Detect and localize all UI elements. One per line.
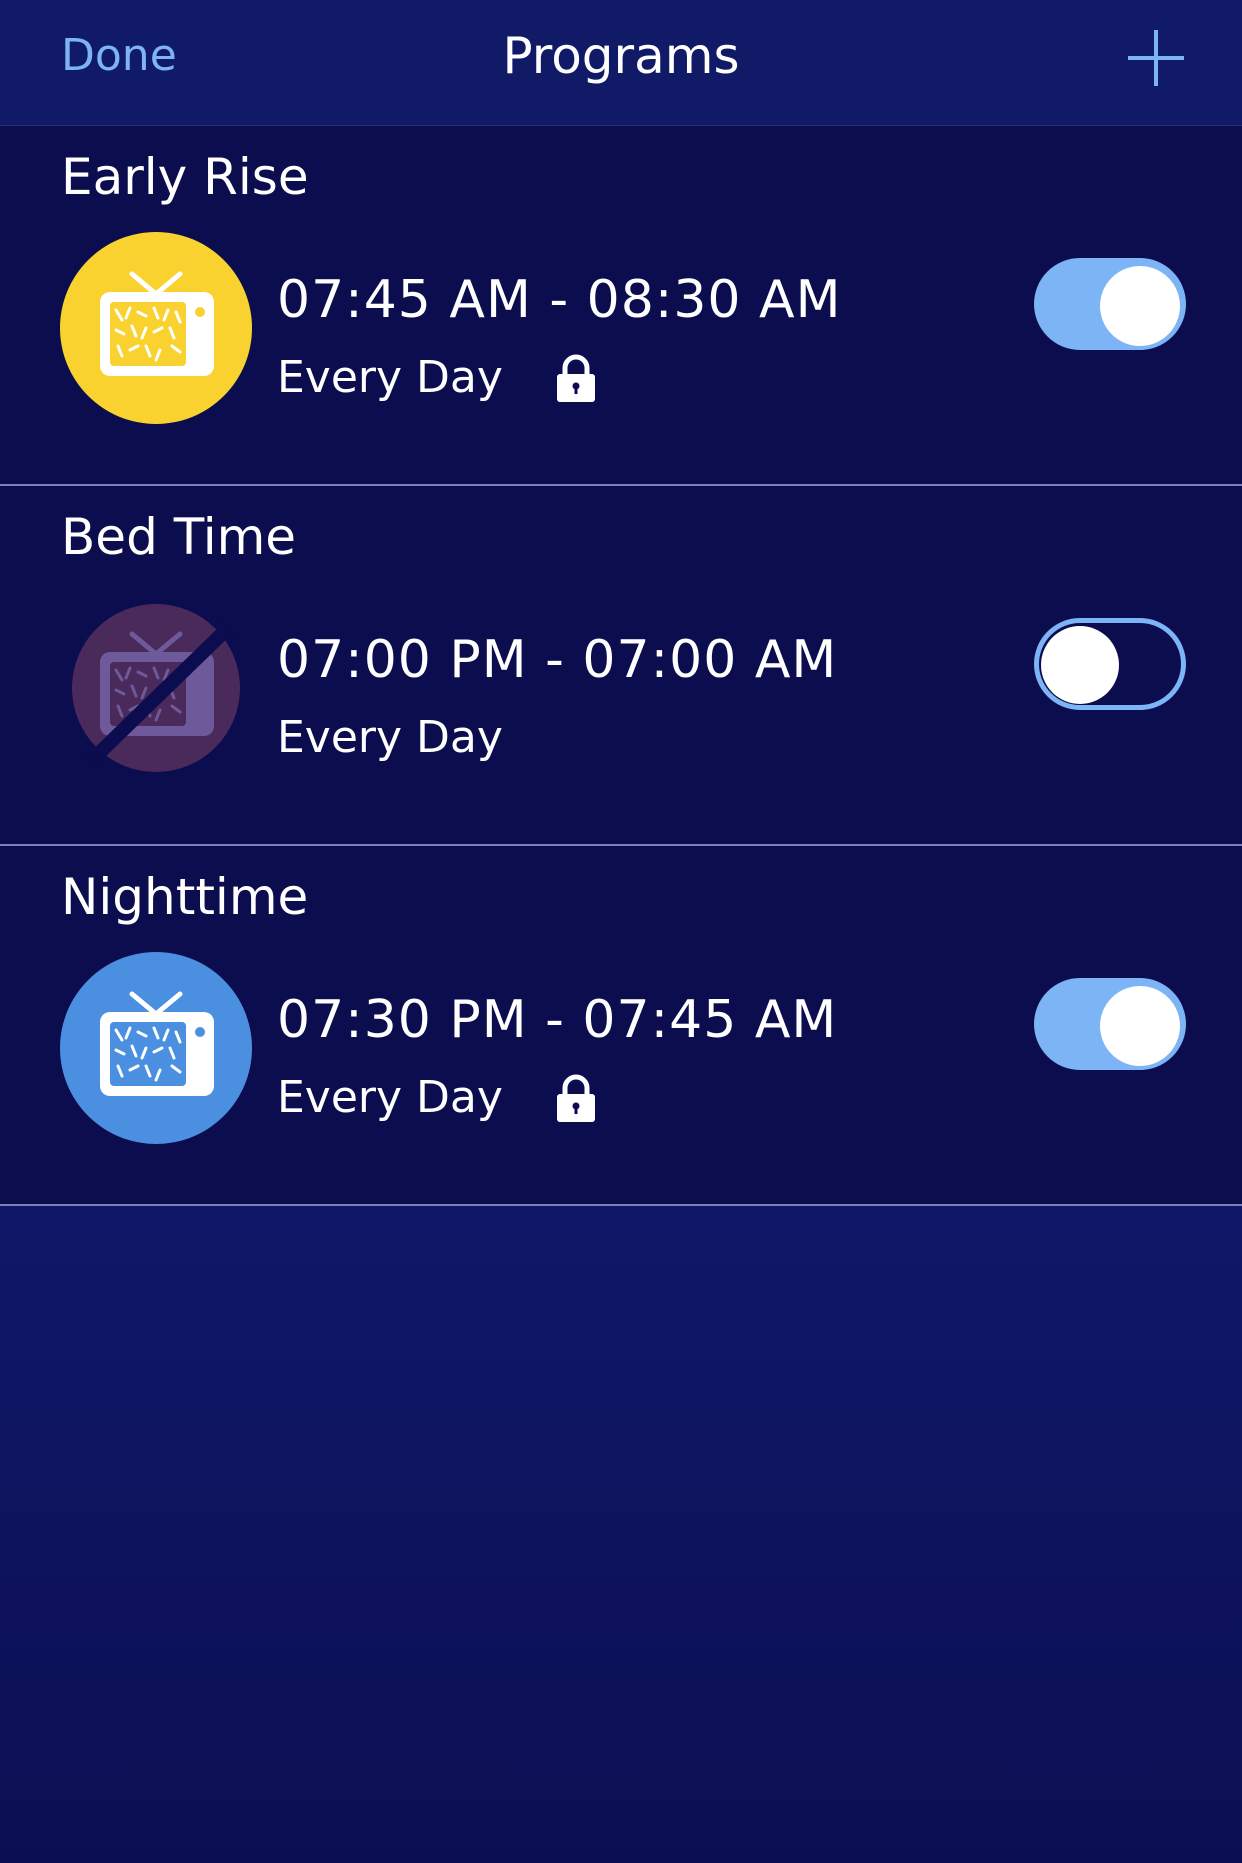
page-title: Programs (502, 27, 740, 85)
tv-icon[interactable] (60, 952, 252, 1144)
tv-icon[interactable] (60, 232, 252, 424)
navigation-bar: Done Programs (0, 0, 1242, 126)
toggle-knob (1100, 266, 1180, 346)
program-list: Early Rise 07:45 AM - 08:30 AM Every Day… (0, 126, 1242, 1206)
program-toggle[interactable] (1034, 978, 1186, 1070)
program-row-bed-time[interactable]: Bed Time 07:00 PM - 07:00 AM Every Day (0, 486, 1242, 846)
program-name: Bed Time (61, 508, 297, 566)
program-row-early-rise[interactable]: Early Rise 07:45 AM - 08:30 AM Every Day (0, 126, 1242, 486)
program-toggle[interactable] (1034, 258, 1186, 350)
tv-off-icon[interactable] (60, 592, 252, 784)
toggle-knob (1100, 986, 1180, 1066)
program-row-nighttime[interactable]: Nighttime 07:30 PM - 07:45 AM Every Day (0, 846, 1242, 1206)
time-range: 07:45 AM - 08:30 AM (277, 270, 842, 330)
program-name: Nighttime (61, 868, 309, 926)
plus-icon[interactable] (1128, 30, 1184, 86)
recurrence-label: Every Day (277, 1072, 503, 1123)
recurrence-label: Every Day (277, 352, 503, 403)
lock-icon (555, 354, 597, 404)
program-name: Early Rise (61, 148, 309, 206)
time-range: 07:30 PM - 07:45 AM (277, 990, 838, 1050)
recurrence-label: Every Day (277, 712, 503, 763)
time-range: 07:00 PM - 07:00 AM (277, 630, 838, 690)
lock-icon (555, 1074, 597, 1124)
toggle-knob (1041, 626, 1119, 704)
program-toggle[interactable] (1034, 618, 1186, 710)
